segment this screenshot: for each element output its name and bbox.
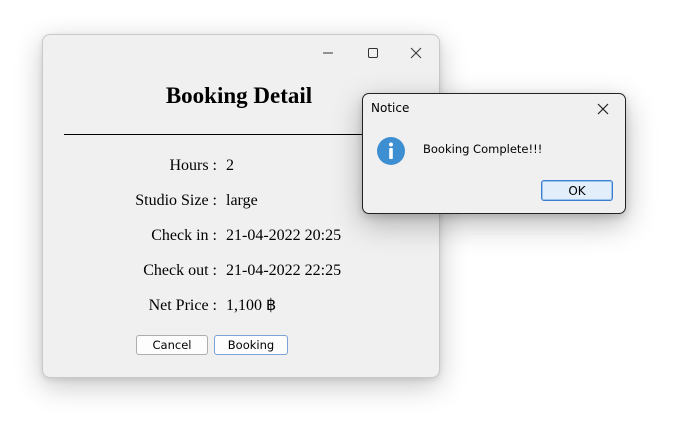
check-out-label: Check out : — [143, 262, 217, 279]
notice-dialog: Notice Booking Complete!!! OK — [362, 93, 626, 214]
dialog-close-button[interactable] — [591, 99, 615, 119]
check-in-value: 21-04-2022 20:25 — [226, 227, 342, 244]
maximize-button[interactable] — [359, 41, 387, 65]
info-icon — [377, 137, 405, 165]
studio-size-value: large — [226, 192, 258, 209]
close-icon — [410, 47, 422, 59]
booking-button[interactable]: Booking — [214, 335, 288, 355]
minimize-icon — [323, 52, 333, 54]
check-in-label: Check in : — [151, 227, 217, 244]
dialog-title: Notice — [371, 101, 410, 115]
hours-label: Hours : — [169, 157, 217, 174]
net-price-value: 1,100 ฿ — [226, 297, 277, 314]
hours-value: 2 — [226, 157, 234, 174]
close-button[interactable] — [402, 41, 430, 65]
net-price-label: Net Price : — [148, 297, 217, 314]
maximize-icon — [368, 48, 378, 58]
ok-button[interactable]: OK — [541, 180, 613, 201]
minimize-button[interactable] — [314, 41, 342, 65]
close-icon — [597, 103, 609, 115]
cancel-button[interactable]: Cancel — [136, 335, 208, 355]
check-out-value: 21-04-2022 22:25 — [226, 262, 342, 279]
dialog-message: Booking Complete!!! — [423, 142, 543, 156]
title-divider — [64, 134, 364, 135]
studio-size-label: Studio Size : — [135, 192, 217, 209]
